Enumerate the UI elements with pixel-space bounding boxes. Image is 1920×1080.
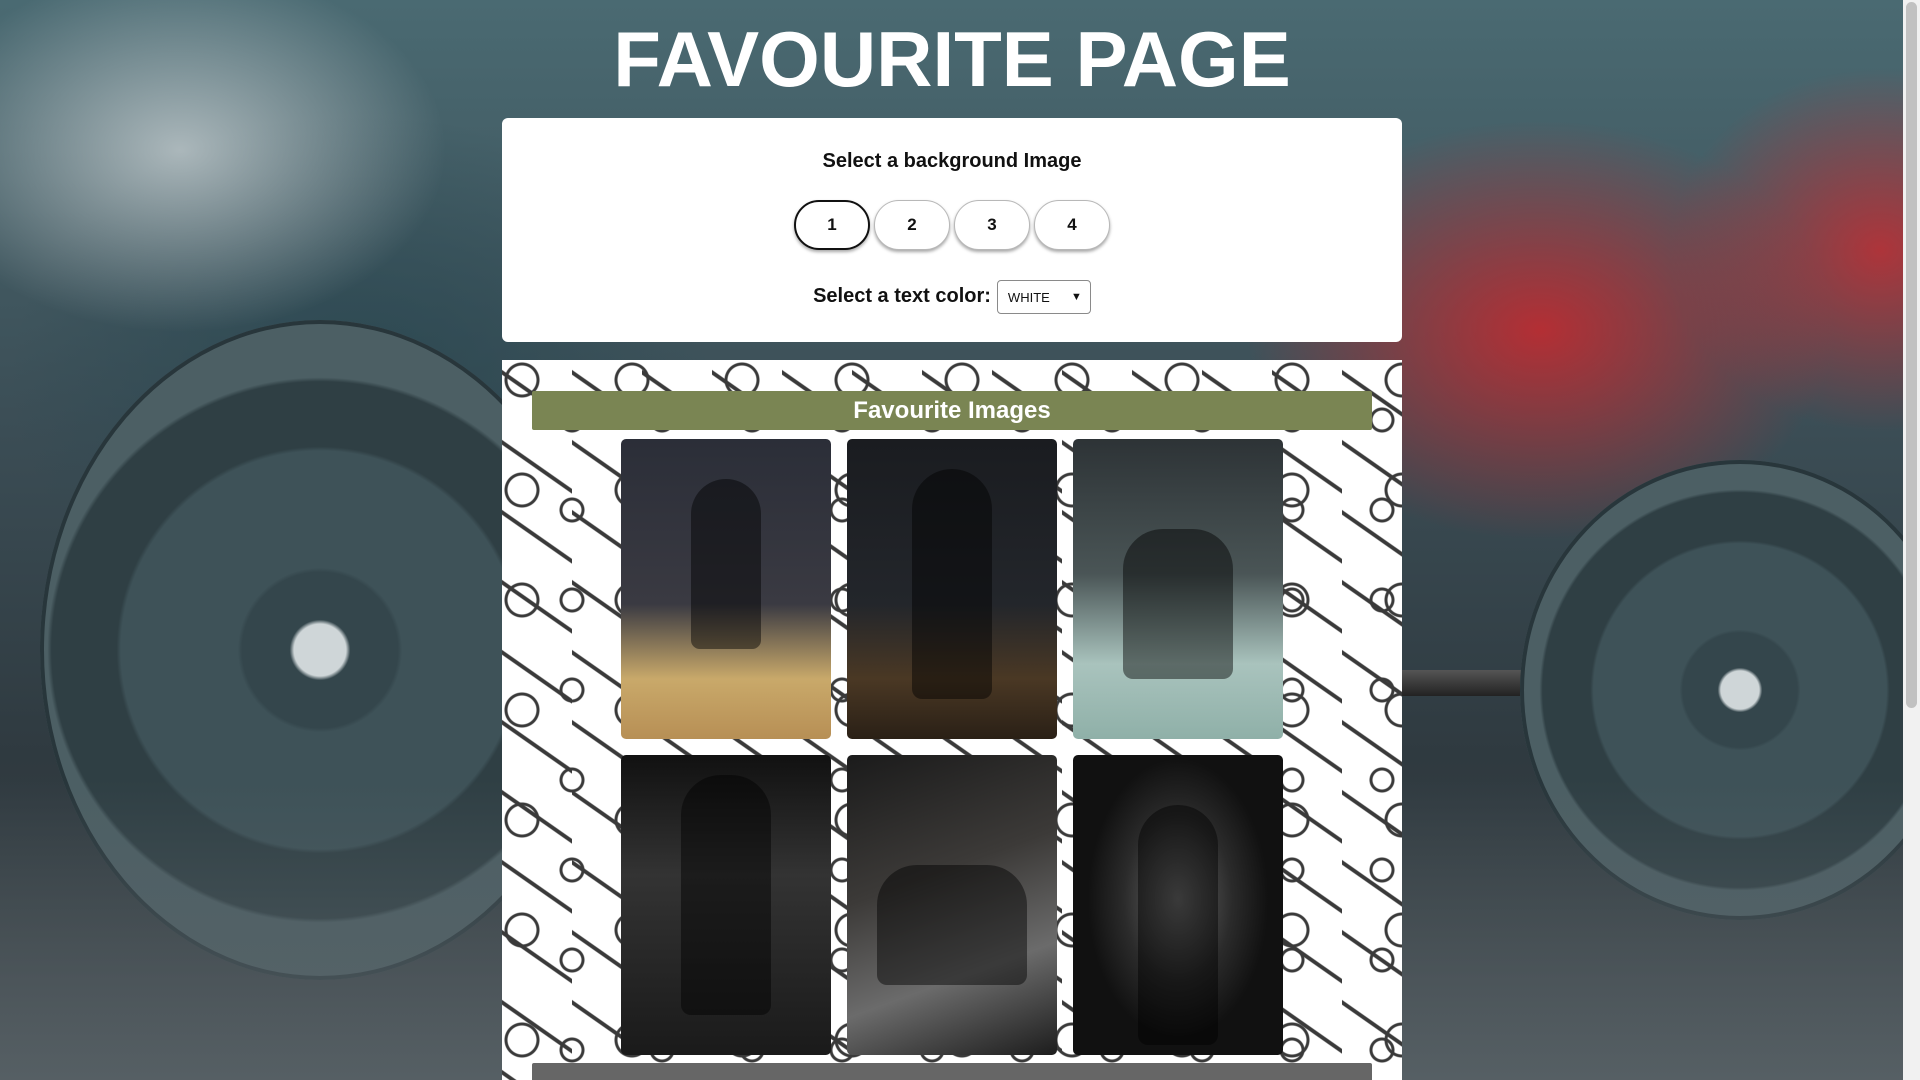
background-button-3[interactable]: 3 — [954, 200, 1030, 250]
text-color-label: Select a text color: — [813, 284, 991, 307]
settings-panel: Select a background Image 1 2 3 4 Select… — [502, 118, 1402, 342]
photo-pullup[interactable] — [621, 755, 831, 1055]
background-button-4[interactable]: 4 — [1034, 200, 1110, 250]
footer-bar — [532, 1063, 1372, 1080]
photo-barbell-curl[interactable] — [1073, 755, 1283, 1055]
photo-bench-press[interactable] — [847, 755, 1057, 1055]
text-color-row: Select a text color: WHITE ▼ — [502, 278, 1402, 314]
background-button-2[interactable]: 2 — [874, 200, 950, 250]
background-select-heading: Select a background Image — [822, 150, 1082, 172]
vertical-scrollbar[interactable] — [1903, 0, 1920, 1080]
favourites-heading: Favourite Images — [532, 391, 1372, 430]
text-color-value: WHITE — [1007, 289, 1050, 305]
chevron-down-icon: ▼ — [1071, 291, 1082, 303]
text-color-select[interactable]: WHITE ▼ — [996, 280, 1091, 314]
photo-box-jump[interactable] — [621, 439, 831, 739]
photo-situp[interactable] — [1073, 439, 1283, 739]
scrollbar-thumb[interactable] — [1906, 2, 1917, 708]
image-gallery — [621, 439, 1283, 1055]
page-title: FAVOURITE PAGE — [613, 15, 1291, 103]
background-button-group: 1 2 3 4 — [502, 200, 1402, 250]
background-button-1[interactable]: 1 — [794, 200, 870, 250]
photo-mirror-workout[interactable] — [847, 439, 1057, 739]
favourites-panel: Favourite Images — [502, 360, 1402, 1080]
